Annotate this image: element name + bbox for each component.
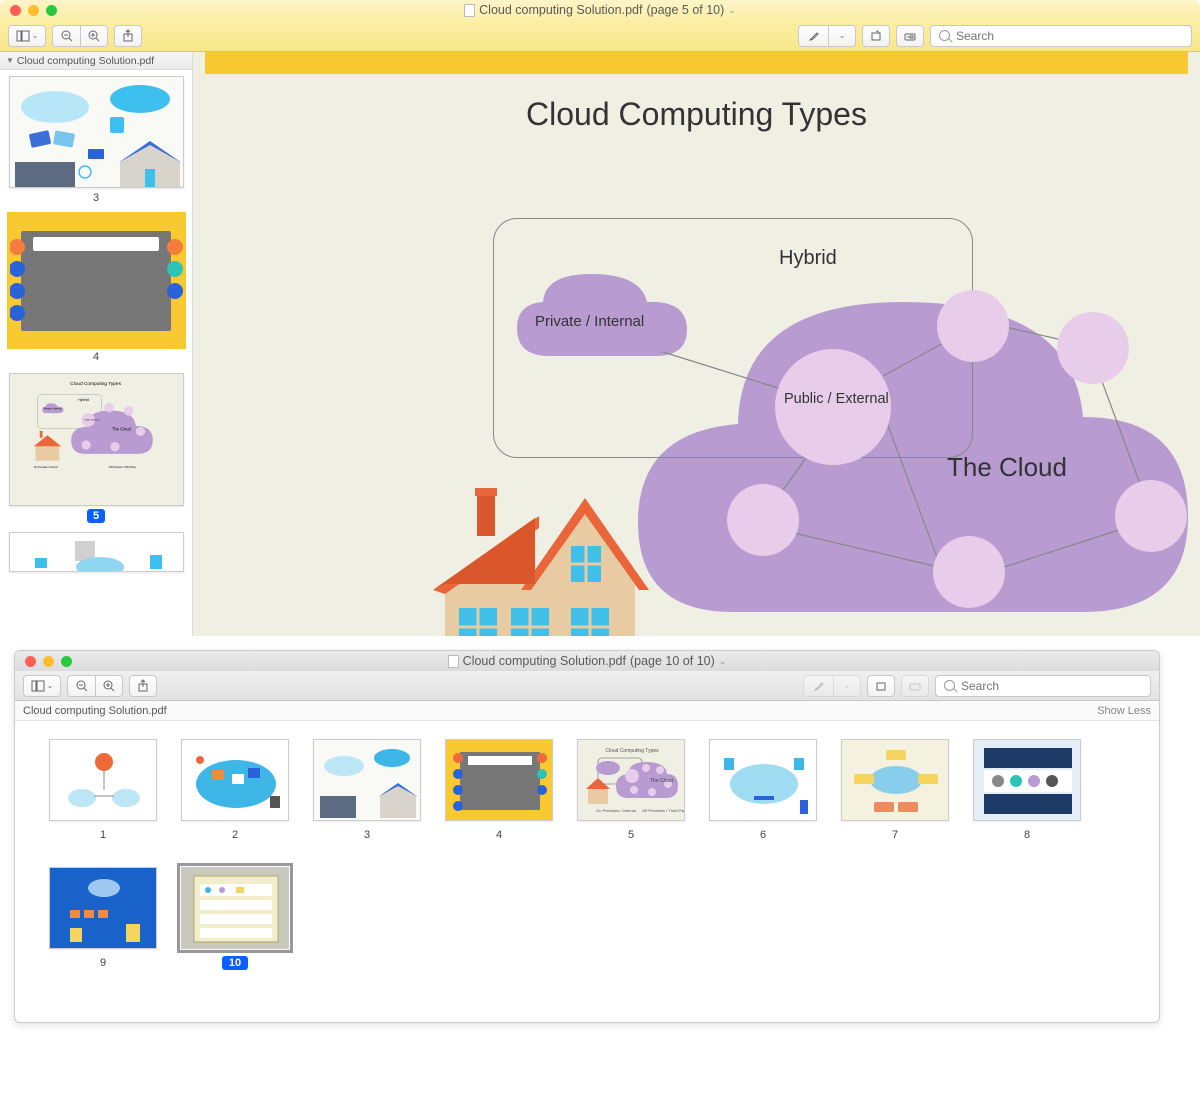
minimize-button-2[interactable] [43, 656, 54, 667]
grid-num-7: 7 [841, 829, 949, 841]
highlight-button[interactable] [798, 25, 828, 47]
page-content[interactable]: Cloud Computing Types Hybrid Private / I… [193, 52, 1200, 636]
search-input-2[interactable] [961, 679, 1142, 693]
yellow-header-bar [205, 52, 1188, 74]
page-thumbnail-5[interactable]: Cloud Computing Types Hybrid Private / I… [9, 373, 184, 506]
search-field-2[interactable] [935, 675, 1151, 697]
file-icon-2 [448, 655, 459, 668]
titlebar[interactable]: Cloud computing Solution.pdf (page 5 of … [0, 0, 1200, 20]
contact-sheet-grid[interactable]: 1 2 3 4 Cloud Computing Types The Cloud On… [15, 721, 1159, 987]
traffic-lights-2 [15, 656, 72, 667]
show-less-link[interactable]: Show Less [1097, 705, 1151, 717]
traffic-lights [0, 5, 57, 16]
grid-thumb-3[interactable] [313, 739, 421, 821]
rotate-button-2[interactable] [867, 675, 895, 697]
search-input[interactable] [956, 29, 1183, 43]
zoom-in-button-2[interactable] [95, 675, 123, 697]
zoom-out-button-2[interactable] [67, 675, 95, 697]
share-button[interactable] [114, 25, 142, 47]
fullscreen-button[interactable] [46, 5, 57, 16]
grid-thumb-7[interactable] [841, 739, 949, 821]
search-icon-2 [944, 680, 955, 691]
grid-thumb-2[interactable] [181, 739, 289, 821]
hybrid-label: Hybrid [779, 247, 837, 270]
title-pageinfo-2: (page 10 of 10) [630, 654, 715, 668]
cloud-node-5 [727, 484, 799, 556]
grid-thumb-10[interactable] [181, 867, 289, 949]
public-external-node [775, 349, 891, 465]
public-label: Public / External [784, 391, 889, 407]
share-button-2[interactable] [129, 675, 157, 697]
markup-button[interactable] [896, 25, 924, 47]
close-button[interactable] [10, 5, 21, 16]
grid-num-9: 9 [49, 957, 157, 969]
grid-thumb-4[interactable] [445, 739, 553, 821]
grid-thumb-5[interactable]: Cloud Computing Types The Cloud On Premise… [577, 739, 685, 821]
file-icon [464, 4, 475, 17]
search-field[interactable] [930, 25, 1192, 47]
grid-num-4: 4 [445, 829, 553, 841]
thumbnail-sidebar[interactable]: ▼ Cloud computing Solution.pdf [0, 52, 193, 636]
view-mode-button[interactable]: ⌄ [8, 25, 46, 47]
the-cloud-label: The Cloud [947, 452, 1067, 483]
page-thumbnail-4[interactable] [9, 214, 184, 347]
cs-filename: Cloud computing Solution.pdf [23, 705, 167, 717]
cloud-node-2 [1057, 312, 1129, 384]
minimize-button[interactable] [28, 5, 39, 16]
zoom-in-button[interactable] [80, 25, 108, 47]
markup-button-2 [901, 675, 929, 697]
grid-num-8: 8 [973, 829, 1081, 841]
grid-thumb-8[interactable] [973, 739, 1081, 821]
grid-thumb-1[interactable] [49, 739, 157, 821]
sidebar-filename: Cloud computing Solution.pdf [17, 55, 154, 67]
view-mode-button-2[interactable]: ⌄ [23, 675, 61, 697]
private-label: Private / Internal [535, 313, 644, 330]
cloud-node-4 [933, 536, 1005, 608]
window-title: Cloud computing Solution.pdf (page 5 of … [0, 3, 1200, 17]
page-thumbnail-3[interactable] [9, 76, 184, 188]
preview-window-page5: Cloud computing Solution.pdf (page 5 of … [0, 0, 1200, 636]
disclosure-icon[interactable]: ▼ [6, 56, 14, 65]
grid-num-1: 1 [49, 829, 157, 841]
search-icon [939, 30, 950, 41]
zoom-out-button[interactable] [52, 25, 80, 47]
fullscreen-button-2[interactable] [61, 656, 72, 667]
sidebar-header[interactable]: ▼ Cloud computing Solution.pdf [0, 52, 192, 70]
grid-thumb-6[interactable] [709, 739, 817, 821]
contact-sheet-header: Cloud computing Solution.pdf Show Less [15, 701, 1159, 721]
title-dropdown-icon-2[interactable]: ⌄ [719, 656, 727, 667]
grid-num-2: 2 [181, 829, 289, 841]
grid-num-6: 6 [709, 829, 817, 841]
svg-text:Cloud Computing Types: Cloud Computing Types [605, 748, 659, 754]
grid-thumb-9[interactable] [49, 867, 157, 949]
highlight-menu-button-2: ⌄ [833, 675, 861, 697]
thumb-num-3: 3 [0, 192, 192, 204]
thumb-num-4: 4 [0, 351, 192, 363]
grid-num-5: 5 [577, 829, 685, 841]
titlebar-2[interactable]: Cloud computing Solution.pdf (page 10 of… [15, 651, 1159, 671]
svg-text:Off Premises / Third Party: Off Premises / Third Party [642, 808, 685, 813]
toolbar: ⌄ ⌄ [0, 20, 1200, 52]
title-filename: Cloud computing Solution.pdf [479, 3, 642, 17]
title-filename-2: Cloud computing Solution.pdf [463, 654, 626, 668]
cloud-node-3 [1115, 480, 1187, 552]
grid-num-3: 3 [313, 829, 421, 841]
preview-window-contact-sheet: Cloud computing Solution.pdf (page 10 of… [14, 650, 1160, 1023]
grid-num-10: 10 [181, 957, 289, 969]
highlight-button-2 [803, 675, 833, 697]
svg-text:On Premises / Internal: On Premises / Internal [596, 808, 636, 813]
house-illustration [425, 476, 655, 636]
close-button-2[interactable] [25, 656, 36, 667]
svg-text:The Cloud: The Cloud [650, 778, 673, 784]
cloud-node-1 [937, 290, 1009, 362]
page-thumbnail-6[interactable] [9, 532, 184, 572]
title-pageinfo: (page 5 of 10) [646, 3, 724, 17]
rotate-button[interactable] [862, 25, 890, 47]
slide-title: Cloud Computing Types [193, 96, 1200, 133]
highlight-menu-button[interactable]: ⌄ [828, 25, 856, 47]
window-title-2: Cloud computing Solution.pdf (page 10 of… [15, 654, 1159, 668]
toolbar-2: ⌄ ⌄ [15, 671, 1159, 701]
thumb-num-5: 5 [0, 510, 192, 522]
title-dropdown-icon[interactable]: ⌄ [728, 5, 736, 16]
